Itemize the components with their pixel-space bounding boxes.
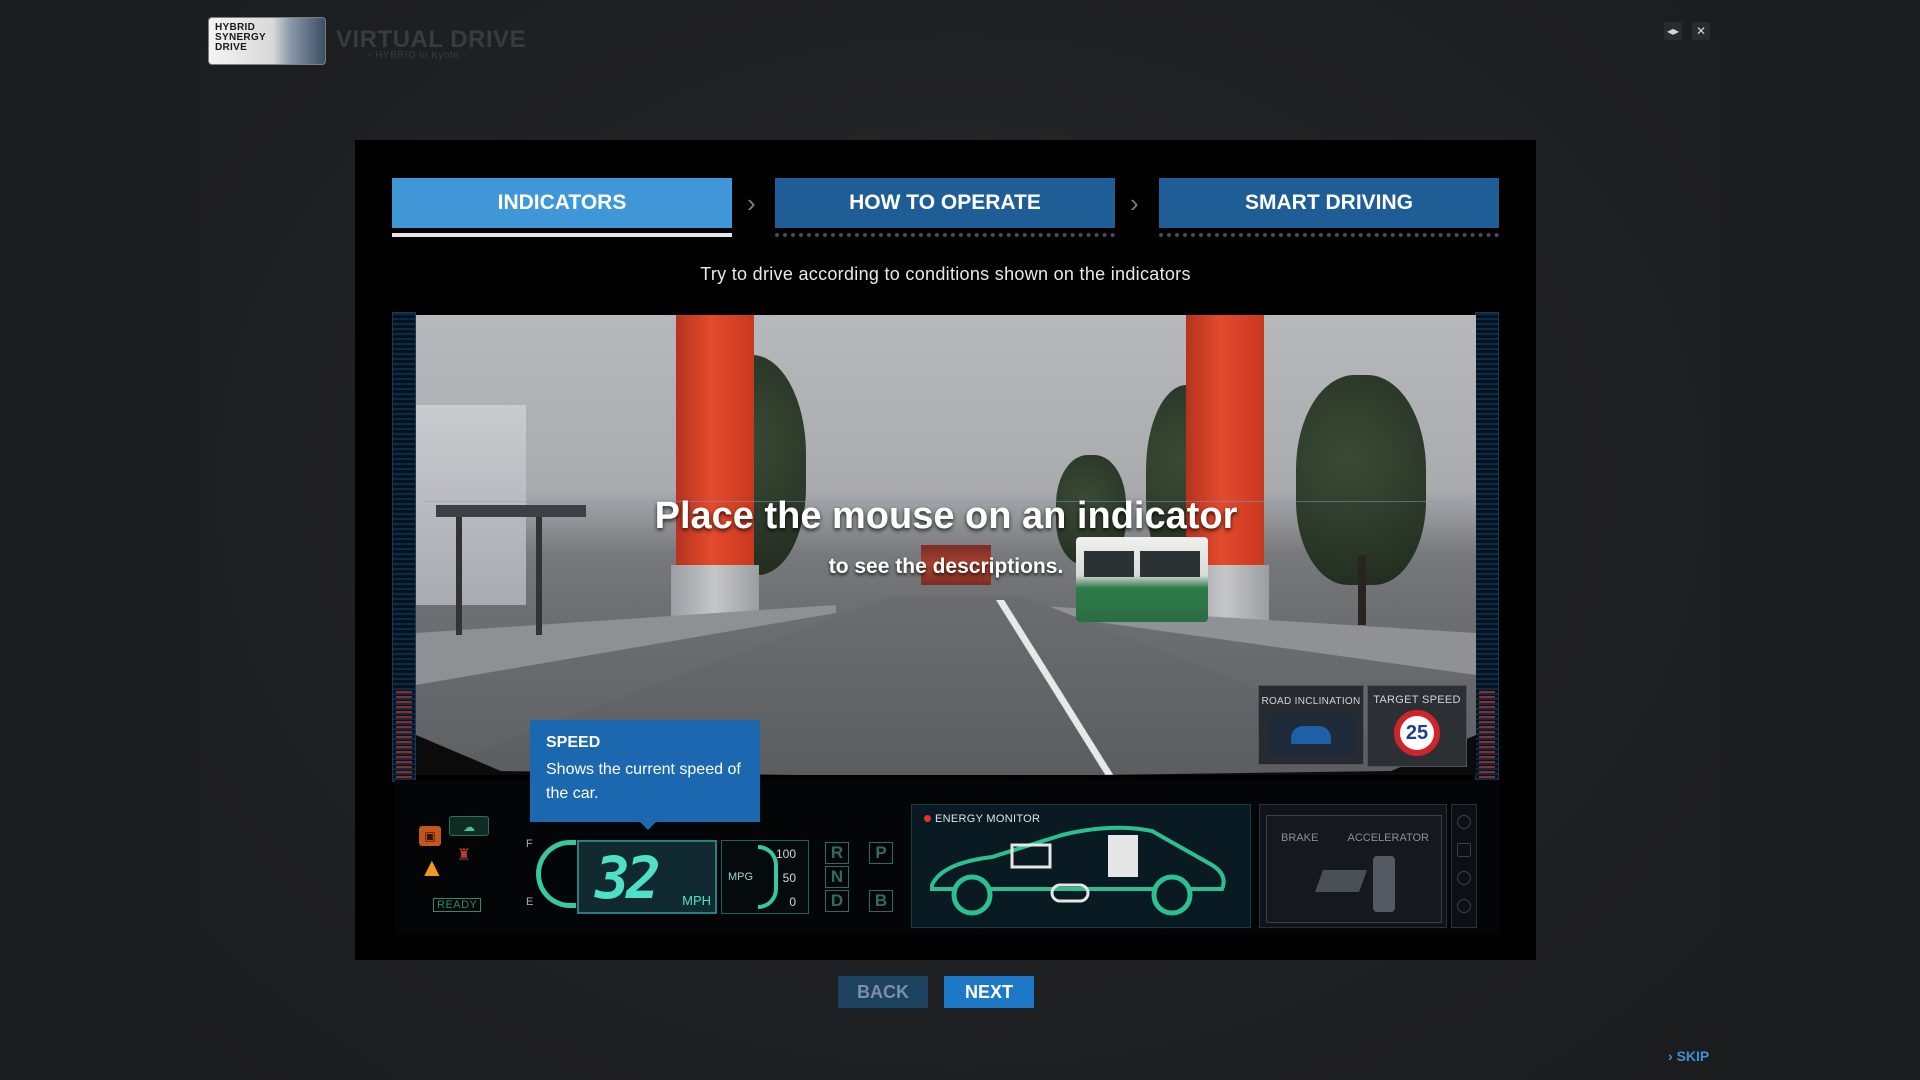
side-status-icons — [1451, 804, 1477, 928]
warning-triangle-icon: ▲ — [419, 852, 445, 882]
bus — [1076, 537, 1208, 622]
tab-indicators[interactable]: INDICATORS — [392, 178, 732, 228]
pedal-indicator[interactable]: BRAKE ACCELERATOR — [1259, 804, 1447, 928]
fuel-pump-icon — [1457, 843, 1471, 857]
chevron-right-icon: › — [1130, 188, 1139, 218]
fuel-empty-label: E — [526, 896, 534, 908]
next-button[interactable]: NEXT — [944, 976, 1034, 1008]
shift-b: B — [869, 890, 893, 912]
seatbelt-warning-icon: ▣ — [419, 826, 441, 846]
accelerator-label: ACCELERATOR — [1347, 832, 1429, 844]
right-gauge-rail — [1475, 312, 1499, 782]
speedometer[interactable]: 32 MPH — [577, 840, 717, 914]
scene-headline: Place the mouse on an indicator — [654, 495, 1238, 537]
shift-n: N — [825, 866, 849, 888]
brake-pedal-icon — [1314, 870, 1368, 892]
skip-label: SKIP — [1676, 1048, 1710, 1064]
mpg-scale-100: 100 — [775, 847, 796, 861]
mpg-label: MPG — [728, 871, 754, 883]
speed-value: 32 — [595, 844, 661, 912]
pedal-panel: BRAKE ACCELERATOR — [1266, 815, 1442, 923]
airbag-icon: ♜ — [456, 847, 472, 864]
warning-indicators[interactable]: ▣ ☁ ▲ ♜ — [419, 816, 499, 896]
road-inclination-screen — [1267, 714, 1355, 756]
main-panel: INDICATORS › HOW TO OPERATE › SMART DRIV… — [355, 140, 1536, 960]
tooltip-title: SPEED — [546, 734, 601, 751]
mpg-scale-50: 50 — [782, 871, 796, 885]
fuel-gauge[interactable]: F E — [526, 838, 576, 908]
tooltip-description: Shows the current speed of the car. — [546, 761, 741, 802]
brake-label: BRAKE — [1281, 832, 1319, 844]
speed-limit-sign: 25 — [1394, 710, 1440, 756]
fuel-full-label: F — [526, 838, 533, 850]
globe-icon — [1457, 815, 1471, 829]
left-gauge-rail — [392, 312, 416, 782]
mpg-gauge[interactable]: MPG 100 50 0 — [721, 840, 809, 914]
sound-icon[interactable]: ◂▸ — [1664, 22, 1682, 40]
back-button[interactable]: BACK — [838, 976, 928, 1008]
road-inclination-indicator[interactable]: ROAD INCLINATION — [1258, 685, 1364, 765]
tab-smart-driving-underline — [1159, 233, 1499, 237]
hybrid-car-diagram-icon — [930, 825, 1226, 916]
car-icon — [1291, 726, 1331, 744]
logo-line-3: DRIVE — [215, 42, 248, 53]
tree — [1296, 375, 1426, 585]
scene-subline: to see the descriptions. — [828, 555, 1064, 578]
chevron-right-icon: › — [747, 188, 756, 218]
hybrid-synergy-drive-logo: HYBRID SYNERGY DRIVE — [208, 17, 326, 65]
speed-tooltip: SPEED Shows the current speed of the car… — [530, 720, 760, 830]
accelerator-pedal-icon — [1373, 856, 1395, 912]
target-speed-label: TARGET SPEED — [1373, 694, 1461, 706]
shift-position-indicator[interactable]: R P N D B — [825, 842, 901, 914]
app-subtitle: - HYBRID in Kyoto - — [368, 50, 467, 61]
shift-r: R — [825, 842, 849, 864]
tab-how-to-operate-underline — [775, 233, 1115, 237]
tab-smart-driving[interactable]: SMART DRIVING — [1159, 178, 1499, 228]
eco-mode-icon: ☁ — [449, 816, 489, 836]
leaf-icon — [1457, 871, 1471, 885]
ready-indicator: READY — [433, 898, 482, 912]
close-icon[interactable]: ✕ — [1692, 22, 1710, 40]
road-inclination-label: ROAD INCLINATION — [1261, 696, 1361, 707]
mpg-scale-0: 0 — [789, 895, 796, 909]
wheel-icon — [1457, 899, 1471, 913]
instruction-text: Try to drive according to conditions sho… — [700, 264, 1191, 284]
energy-monitor[interactable]: ENERGY MONITOR — [911, 804, 1251, 928]
tab-how-to-operate[interactable]: HOW TO OPERATE — [775, 178, 1115, 228]
chevron-right-icon: › — [1668, 1048, 1673, 1064]
skip-link[interactable]: › SKIP — [1668, 1048, 1709, 1064]
speed-unit: MPH — [682, 893, 711, 908]
shift-d: D — [825, 890, 849, 912]
shift-p: P — [869, 842, 893, 864]
target-speed-indicator[interactable]: TARGET SPEED 25 — [1367, 685, 1467, 767]
tab-indicators-underline — [392, 233, 732, 237]
fuel-gauge-arc — [536, 840, 576, 908]
